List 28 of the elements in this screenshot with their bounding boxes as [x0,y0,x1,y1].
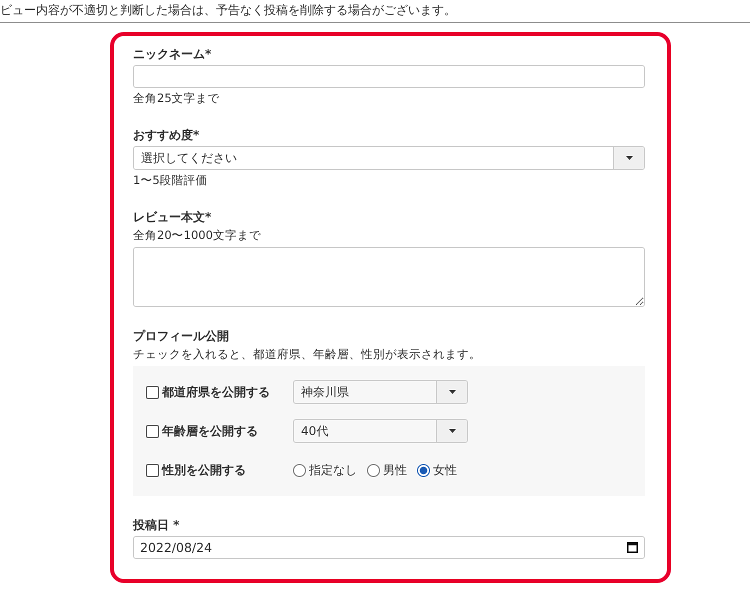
date-field[interactable]: 2022/08/24 [133,536,645,559]
description-text: チェックを入れると、都道府県、年齢層、性別が表示されます。 [133,347,482,362]
checkbox-option[interactable]: 年齢層を公開する [146,422,293,440]
checkbox[interactable] [146,386,159,398]
radio-option[interactable]: 男性 [367,462,407,478]
hint-text: 全角25文字まで [133,91,221,106]
hint-text: 1〜5段階評価 [133,173,209,188]
field-label: プロフィール公開 [133,328,230,344]
checkbox-option[interactable]: 都道府県を公開する [146,384,293,400]
hint-text: 全角20〜1000文字まで [133,228,262,243]
field-label: おすすめ度* [133,127,200,143]
caret-icon [626,156,632,160]
caret-icon [448,429,456,433]
checkbox[interactable] [146,424,159,438]
calendar-icon [627,542,638,553]
radio-option[interactable]: 指定なし [293,462,357,478]
field-label: レビュー本文* [133,209,212,225]
checkbox-option[interactable]: 性別を公開する [146,462,293,478]
field-label: ニックネーム* [133,46,212,62]
dropdown[interactable]: 40代 [293,419,468,443]
nickname-field[interactable] [133,65,645,88]
rating-dropdown[interactable]: 選択してください [133,146,645,170]
checkbox[interactable] [146,464,159,476]
field-label: 投稿日 * [133,517,180,533]
dropdown[interactable]: 神奈川県 [293,380,468,404]
radio-option[interactable]: 女性 [417,462,457,478]
caret-icon [448,390,456,394]
notice-text: ビュー内容が不適切と判断した場合は、予告なく投稿を削除する場合がございます。 [0,2,457,19]
